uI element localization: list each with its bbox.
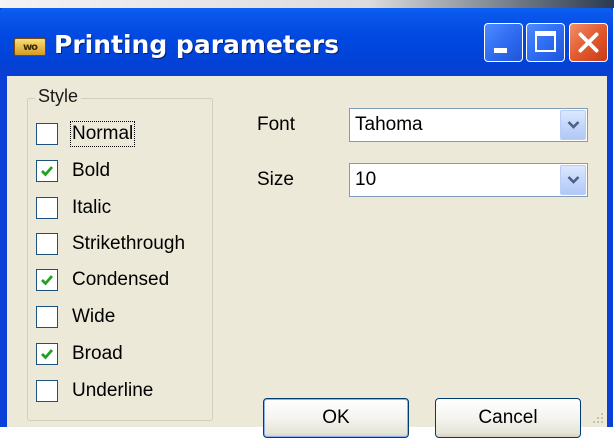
size-label: Size: [257, 169, 294, 190]
checkbox-box[interactable]: [36, 233, 58, 255]
window-title: Printing parameters: [54, 30, 340, 59]
checkbox-label: Bold: [72, 160, 111, 181]
cancel-button[interactable]: Cancel: [435, 398, 581, 438]
title-bar[interactable]: wo Printing parameters: [0, 8, 613, 76]
checkbox-box[interactable]: [36, 380, 58, 402]
checkbox-box[interactable]: [36, 306, 58, 328]
font-select-value: Tahoma: [355, 114, 423, 135]
maximize-button[interactable]: [526, 23, 565, 62]
checkbox-italic[interactable]: Italic: [36, 194, 111, 222]
close-icon: [578, 32, 599, 53]
dialog-client-area: Style Normal Bold Italic Strikethrough C…: [7, 76, 607, 438]
checkmark-icon: [41, 275, 54, 286]
font-label: Font: [257, 114, 296, 135]
checkbox-box[interactable]: [36, 197, 58, 219]
style-group-legend: Style: [35, 86, 82, 107]
checkbox-wide[interactable]: Wide: [36, 303, 115, 331]
minimize-button[interactable]: [484, 23, 523, 62]
checkbox-normal[interactable]: Normal: [36, 120, 136, 148]
close-button[interactable]: [569, 23, 608, 62]
dialog-window: wo Printing parameters Style Normal Bold…: [0, 8, 613, 438]
checkbox-box[interactable]: [36, 123, 58, 145]
app-icon: wo: [14, 38, 46, 56]
checkbox-broad[interactable]: Broad: [36, 340, 123, 368]
checkmark-icon: [41, 166, 54, 177]
checkbox-box[interactable]: [36, 343, 58, 365]
checkbox-box[interactable]: [36, 269, 58, 291]
checkbox-label: Normal: [69, 121, 136, 147]
background-strip: [0, 0, 614, 8]
font-dropdown-button[interactable]: [560, 110, 586, 140]
chevron-down-icon: [567, 121, 580, 129]
checkbox-strikethrough[interactable]: Strikethrough: [36, 230, 185, 258]
checkbox-label: Underline: [72, 380, 154, 401]
size-dropdown-button[interactable]: [560, 165, 586, 195]
size-select-value: 10: [355, 169, 377, 190]
checkbox-label: Strikethrough: [72, 233, 186, 254]
checkbox-label: Italic: [72, 197, 112, 218]
font-select[interactable]: Tahoma: [349, 108, 588, 142]
ok-button[interactable]: OK: [263, 398, 409, 438]
checkmark-icon: [41, 349, 54, 360]
minimize-icon: [494, 48, 507, 53]
checkbox-underline[interactable]: Underline: [36, 377, 153, 405]
maximize-icon: [535, 31, 556, 52]
checkbox-label: Broad: [72, 343, 123, 364]
checkbox-label: Condensed: [72, 269, 170, 290]
checkbox-box[interactable]: [36, 160, 58, 182]
checkbox-condensed[interactable]: Condensed: [36, 266, 169, 294]
size-select[interactable]: 10: [349, 163, 588, 197]
chevron-down-icon: [567, 176, 580, 184]
checkbox-bold[interactable]: Bold: [36, 157, 110, 185]
checkbox-label: Wide: [72, 306, 116, 327]
resize-grip-icon[interactable]: [592, 412, 604, 424]
